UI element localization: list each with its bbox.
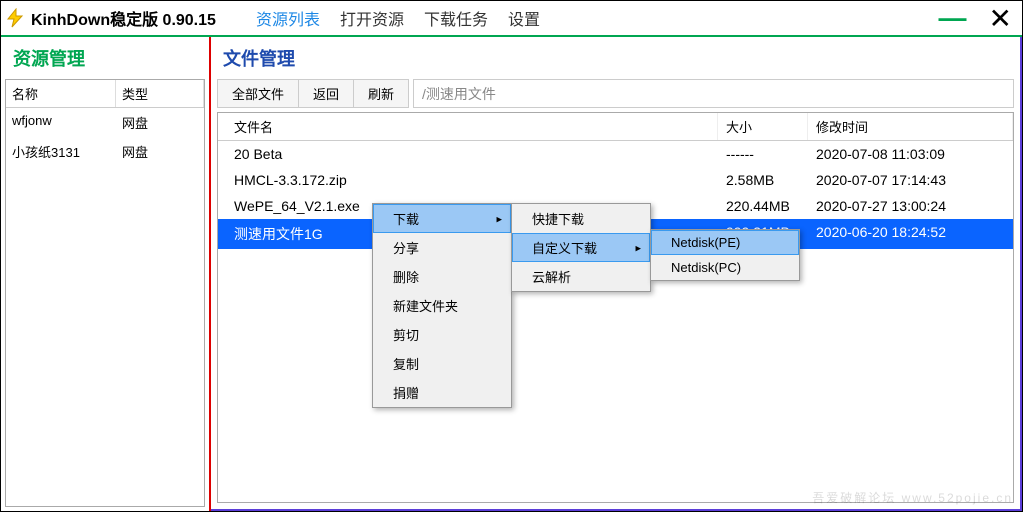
file-row[interactable]: 20 Beta------2020-07-08 11:03:09 bbox=[218, 141, 1013, 167]
app-title: KinhDown稳定版 0.90.15 bbox=[31, 6, 216, 30]
context-menu-item[interactable]: 剪切 bbox=[373, 320, 511, 349]
context-menu-item[interactable]: 分享 bbox=[373, 233, 511, 262]
context-submenu-custom[interactable]: Netdisk(PE)Netdisk(PC) bbox=[650, 229, 800, 281]
titlebar: KinhDown稳定版 0.90.15 资源列表 打开资源 下载任务 设置 — … bbox=[1, 1, 1022, 37]
all-files-button[interactable]: 全部文件 bbox=[217, 79, 299, 108]
back-button[interactable]: 返回 bbox=[299, 79, 354, 108]
path-input[interactable] bbox=[413, 79, 1014, 108]
context-menu-item[interactable]: 复制 bbox=[373, 349, 511, 378]
menu-open-resource[interactable]: 打开资源 bbox=[340, 6, 404, 30]
context-menu-item[interactable]: 下载 bbox=[373, 204, 511, 233]
resource-row[interactable]: wfjonw 网盘 bbox=[6, 108, 204, 137]
col-header-name[interactable]: 名称 bbox=[6, 80, 116, 107]
context-submenu-download[interactable]: 快捷下载自定义下载云解析 bbox=[511, 203, 651, 292]
main-panel: 文件管理 全部文件 返回 刷新 文件名 大小 修改时间 20 Beta-----… bbox=[211, 37, 1022, 511]
refresh-button[interactable]: 刷新 bbox=[354, 79, 409, 108]
resource-row[interactable]: 小孩纸3131 网盘 bbox=[6, 137, 204, 166]
sidebar-title: 资源管理 bbox=[1, 37, 209, 79]
file-row[interactable]: HMCL-3.3.172.zip2.58MB2020-07-07 17:14:4… bbox=[218, 167, 1013, 193]
context-submenu-item[interactable]: 云解析 bbox=[512, 262, 650, 291]
context-menu-item[interactable]: 删除 bbox=[373, 262, 511, 291]
resource-table: 名称 类型 wfjonw 网盘 小孩纸3131 网盘 bbox=[5, 79, 205, 507]
sidebar: 资源管理 名称 类型 wfjonw 网盘 小孩纸3131 网盘 bbox=[1, 37, 211, 511]
context-submenu2-item[interactable]: Netdisk(PE) bbox=[651, 230, 799, 255]
menu-settings[interactable]: 设置 bbox=[508, 6, 540, 30]
app-icon bbox=[5, 8, 25, 28]
menu-resource-list[interactable]: 资源列表 bbox=[256, 6, 320, 30]
context-submenu2-item[interactable]: Netdisk(PC) bbox=[651, 255, 799, 280]
context-menu-item[interactable]: 新建文件夹 bbox=[373, 291, 511, 320]
col-header-size[interactable]: 大小 bbox=[718, 113, 808, 140]
context-submenu-item[interactable]: 快捷下载 bbox=[512, 204, 650, 233]
context-submenu-item[interactable]: 自定义下载 bbox=[512, 233, 650, 262]
context-menu-item[interactable]: 捐赠 bbox=[373, 378, 511, 407]
col-header-filename[interactable]: 文件名 bbox=[218, 113, 718, 140]
minimize-button[interactable]: — bbox=[939, 13, 967, 23]
context-menu[interactable]: 下载分享删除新建文件夹剪切复制捐赠 bbox=[372, 203, 512, 408]
main-title: 文件管理 bbox=[211, 37, 1020, 79]
watermark: 吾爱破解论坛 www.52pojie.cn bbox=[812, 489, 1013, 506]
menu-download-tasks[interactable]: 下载任务 bbox=[424, 6, 488, 30]
toolbar: 全部文件 返回 刷新 bbox=[211, 79, 1020, 112]
close-button[interactable]: ✕ bbox=[983, 2, 1018, 35]
col-header-time[interactable]: 修改时间 bbox=[808, 113, 1013, 140]
main-menu: 资源列表 打开资源 下载任务 设置 bbox=[256, 6, 540, 30]
col-header-type[interactable]: 类型 bbox=[116, 80, 204, 107]
file-table: 文件名 大小 修改时间 20 Beta------2020-07-08 11:0… bbox=[217, 112, 1014, 503]
